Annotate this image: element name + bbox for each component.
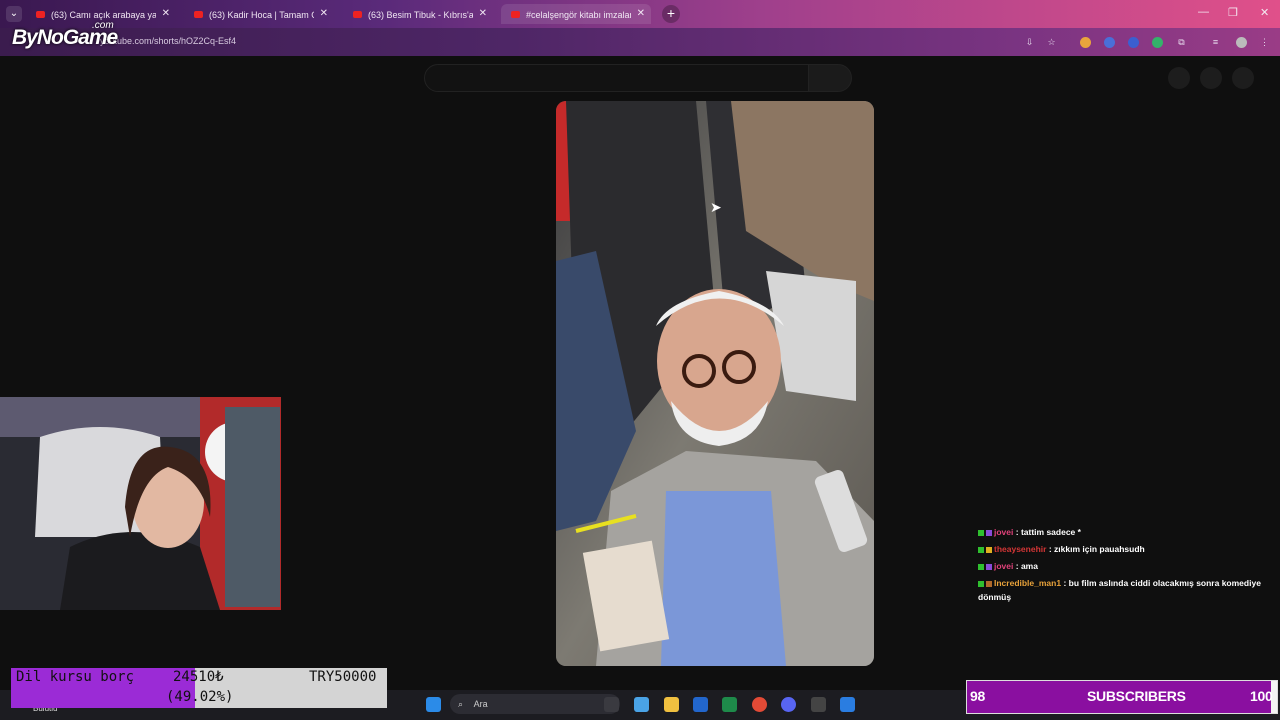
profile-avatar[interactable] [1236,37,1247,48]
shorts-video-player[interactable] [556,101,874,666]
youtube-icon [194,11,203,19]
streamer-webcam [0,397,281,610]
new-tab-button[interactable]: + [662,5,680,23]
close-window-button[interactable]: ✕ [1260,6,1269,19]
mouse-cursor-icon: ➤ [710,199,722,215]
chat-message: theaysenehir : zıkkım için pauahsudh [978,541,1276,558]
create-icon[interactable] [1168,67,1190,89]
moderator-badge-icon [978,529,984,536]
youtube-icon [511,11,520,19]
browser-tab[interactable]: (63) Besim Tibuk - Kıbrıs'a Kaç ✕ [343,4,493,24]
extension-icon[interactable] [1152,37,1163,48]
subscribers-goal-bar: 98 SUBSCRIBERS 100 [966,680,1278,714]
chat-username: theaysenehir [994,544,1047,554]
tab-title: #celalşengör kitabı imzalam [526,9,631,20]
bookmark-star-icon[interactable]: ☆ [1046,37,1057,48]
tab-title: (63) Besim Tibuk - Kıbrıs'a Kaç [368,9,473,20]
chat-username: Incredible_man1 [994,578,1062,588]
maximize-button[interactable]: ❐ [1228,6,1238,19]
moderator-badge-icon [978,563,984,570]
video-frame-image [556,101,874,666]
webcam-image [0,397,281,610]
extensions-puzzle-icon[interactable]: ⧉ [1176,37,1187,48]
moderator-badge-icon [978,546,984,553]
tab-title: (63) Kadir Hoca | Tamam Olum [209,9,314,20]
subscriber-badge-icon [986,546,992,553]
app-icon[interactable] [840,697,855,712]
extension-icon[interactable] [1080,37,1091,48]
close-tab-icon[interactable]: ✕ [637,4,645,24]
browser-tab[interactable]: (63) Kadir Hoca | Tamam Olum ✕ [184,4,334,24]
notifications-icon[interactable] [1200,67,1222,89]
subscriber-badge-icon [986,580,992,587]
stream-chat: jovei : tattim sadece * theaysenehir : z… [978,524,1276,604]
subscriber-badge-icon [986,563,992,570]
stream-logo-suffix: .com [92,20,114,31]
close-tab-icon[interactable]: ✕ [320,4,328,24]
obs-icon[interactable] [811,697,826,712]
chat-username: jovei [994,561,1014,571]
taskbar-search[interactable]: ⌕ Ara [450,694,620,714]
chat-message: Incredible_man1 : bu film aslında ciddi … [978,576,1276,604]
app-icon[interactable] [722,697,737,712]
close-tab-icon[interactable]: ✕ [479,4,487,24]
subscribers-goal-current: 98 [970,688,985,704]
menu-kebab-icon[interactable]: ⋮ [1259,37,1270,48]
youtube-icon [353,11,362,19]
chat-text: : zıkkım için pauahsudh [1048,544,1145,554]
donation-goal-bar: Dil kursu borç 24510₺ TRY50000 (49.02%) [11,668,387,708]
youtube-icon [36,11,45,19]
install-app-icon[interactable]: ⇩ [1024,37,1035,48]
browser-tab-active[interactable]: #celalşengör kitabı imzalam ✕ [501,4,651,24]
task-view-icon[interactable] [604,697,619,712]
tab-search-icon[interactable]: ⌄ [6,6,22,22]
chat-text: : tattim sadece * [1015,527,1081,537]
donation-goal-label: Dil kursu borç [16,669,135,685]
youtube-search-button[interactable] [808,64,852,92]
search-icon: ⌕ [458,699,464,709]
file-explorer-icon[interactable] [664,697,679,712]
chat-message: jovei : tattim sadece * [978,524,1276,541]
chat-message: jovei : ama [978,558,1276,575]
youtube-search-input[interactable] [424,64,810,92]
minimize-button[interactable]: — [1198,6,1209,18]
copilot-icon[interactable] [634,697,649,712]
browser-tab-strip: ⌄ (63) Camı açık arabaya yavrula✕ (63) K… [0,0,1280,28]
discord-icon[interactable] [781,697,796,712]
chrome-icon[interactable] [752,697,767,712]
taskbar-search-placeholder: Ara [473,699,488,709]
donation-goal-current: 24510₺ [173,669,224,685]
close-tab-icon[interactable]: ✕ [162,4,170,24]
subscribers-goal-label: SUBSCRIBERS [1087,688,1186,704]
store-icon[interactable] [693,697,708,712]
start-menu-icon[interactable] [426,697,441,712]
subscriber-badge-icon [986,529,992,536]
donation-goal-target: TRY50000 [309,669,377,685]
media-control-icon[interactable]: ≡ [1210,37,1221,48]
chat-username: jovei [994,527,1014,537]
extension-icon[interactable] [1128,37,1139,48]
chat-text: : ama [1015,561,1038,571]
subscribers-goal-target: 100 [1250,688,1273,704]
url-field[interactable]: youtube.com/shorts/hOZ2Cq-Esf4 [100,36,236,46]
moderator-badge-icon [978,580,984,587]
extension-icon[interactable] [1104,37,1115,48]
donation-goal-percent: (49.02%) [166,689,234,705]
account-avatar[interactable] [1232,67,1254,89]
